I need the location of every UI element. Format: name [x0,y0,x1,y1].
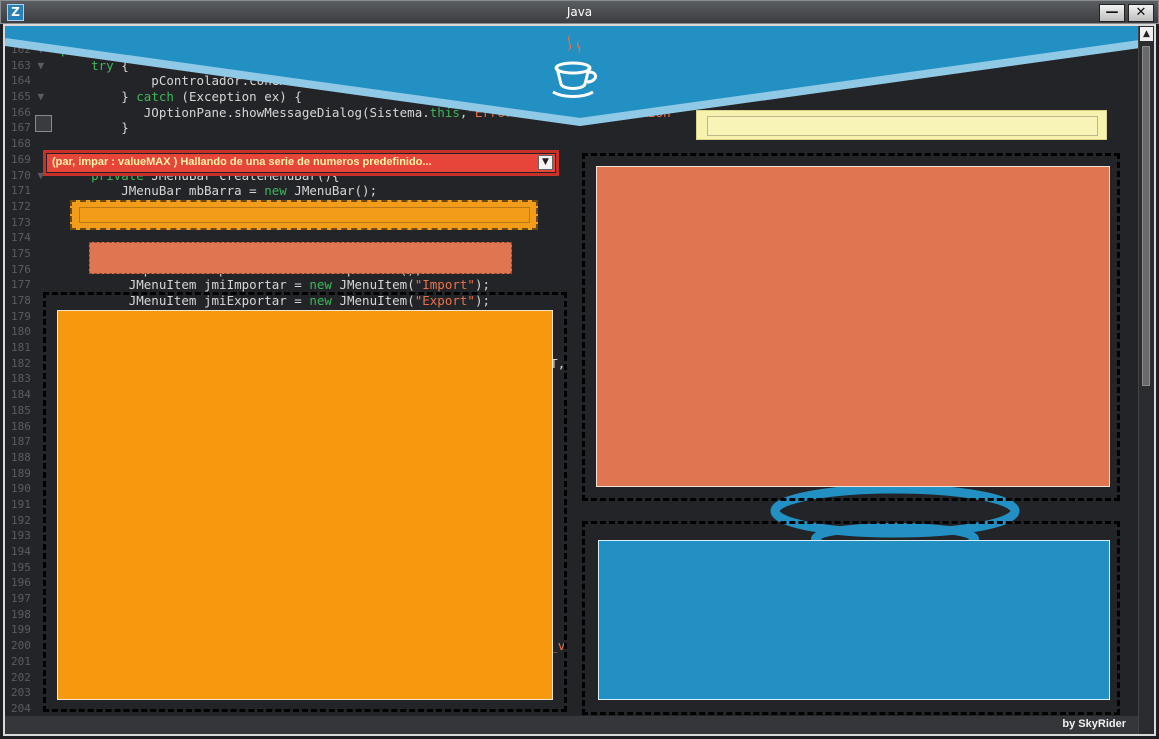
code-text: JMenuBar mbBarra = new JMenuBar(); [61,183,378,199]
line-number: 184 [11,388,31,402]
checkbox[interactable] [35,115,52,132]
line-number: 190 [11,482,31,496]
bottom-right-blue-panel[interactable] [598,540,1110,700]
line-number: 182 [11,356,31,370]
line-number: 187 [11,435,31,449]
line-number: 168 [11,137,31,151]
line-number: 174 [11,231,31,245]
line-number: 170 ▼ [11,168,45,182]
orange-text-field[interactable] [70,200,538,230]
line-number: 178 [11,294,31,307]
title-bar: Z Java — ✕ [0,0,1159,24]
line-number: 194 [11,545,31,558]
line-number: 183 [11,372,31,386]
salmon-text-field[interactable] [89,242,512,274]
orange-text-input[interactable] [79,207,530,223]
status-bar: by SkyRider [5,716,1140,734]
line-number: 169 [11,152,31,166]
line-number: 199 [11,623,31,637]
line-number: 172 [11,199,31,213]
line-number: 189 [11,466,31,480]
line-number: 175 [11,246,31,260]
line-number: 204 [11,701,31,715]
vertical-scrollbar[interactable]: ▲ [1138,26,1154,734]
code-text: JMenuItem jmiImportar = new JMenuItem("I… [61,277,491,293]
series-combo-box[interactable]: (par, impar : valueMAX ) Hallando de una… [43,150,559,176]
top-right-salmon-panel[interactable] [596,166,1110,487]
close-button[interactable]: ✕ [1128,4,1154,22]
line-number: 203 [11,686,31,700]
line-number: 173 [11,215,31,229]
line-number: 171 [11,184,31,198]
credit-label: by SkyRider [1062,718,1126,730]
line-number: 196 [11,576,31,590]
line-number: 186 [11,419,31,433]
line-number: 177 [11,278,31,292]
window-title: Java [566,5,593,19]
line-number: 191 [11,497,31,511]
scroll-up-icon[interactable]: ▲ [1140,27,1153,41]
line-number: 198 [11,607,31,621]
line-number: 188 [11,450,31,464]
line-number: 185 [11,403,31,417]
line-number: 201 [11,654,31,668]
scrollbar-thumb[interactable] [1142,46,1150,386]
line-number: 193 [11,529,31,543]
combo-selected-label: (par, impar : valueMAX ) Hallando de una… [52,156,432,168]
line-number: 202 [11,670,31,684]
line-number: 200 [11,639,31,653]
minimize-button[interactable]: — [1099,4,1125,22]
line-number: 197 [11,592,31,606]
line-number: 180 [11,325,31,339]
line-number: 176 [11,262,31,276]
left-orange-panel[interactable] [57,310,553,700]
content-frame: 162 ▼private 163 ▼ try {164 pControlador… [3,24,1156,736]
yellow-text-field[interactable] [696,110,1107,140]
line-number: 181 [11,341,31,355]
line-number: 195 [11,560,31,574]
line-number: 192 [11,513,31,527]
line-number: 179 [11,309,31,323]
yellow-text-input[interactable] [707,116,1098,136]
chevron-down-icon[interactable]: ▼ [538,155,553,170]
